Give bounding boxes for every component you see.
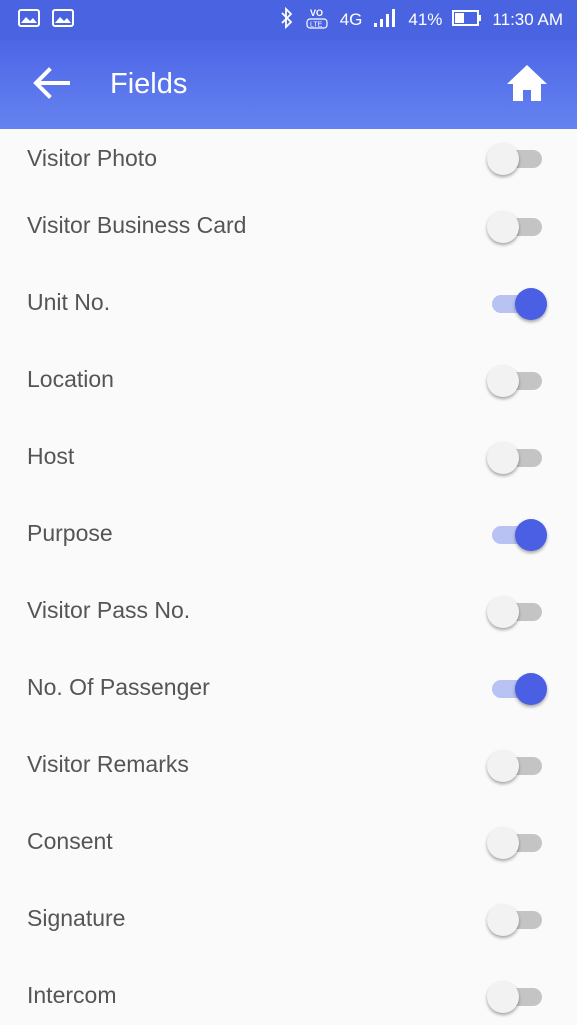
- gallery-icon: [18, 8, 40, 32]
- field-label: Host: [27, 443, 75, 469]
- home-button[interactable]: [505, 64, 549, 106]
- field-label: Consent: [27, 828, 113, 854]
- back-button[interactable]: [30, 65, 72, 105]
- switch-knob: [487, 441, 519, 474]
- field-label: Unit No.: [27, 289, 111, 315]
- status-bar: VO LTE 4G 41% 11:30 AM: [0, 0, 577, 40]
- field-label: Visitor Remarks: [27, 751, 189, 777]
- battery-percent: 41%: [408, 10, 443, 29]
- field-row: Intercom: [0, 957, 577, 1025]
- field-label: Visitor Photo: [27, 144, 157, 171]
- switch-knob: [487, 749, 519, 782]
- notification-icons: [18, 8, 74, 32]
- field-toggle-switch[interactable]: [487, 976, 547, 1016]
- field-toggle-switch[interactable]: [487, 206, 547, 246]
- field-row: Visitor Remarks: [0, 726, 577, 803]
- switch-knob: [487, 980, 519, 1013]
- field-row: Purpose: [0, 495, 577, 572]
- app-bar: Fields: [0, 40, 577, 129]
- field-toggle-switch[interactable]: [487, 283, 547, 323]
- field-label: Visitor Pass No.: [27, 597, 191, 623]
- switch-knob: [487, 364, 519, 397]
- switch-knob: [487, 143, 519, 175]
- page-title: Fields: [110, 68, 188, 100]
- signal-icon: [372, 8, 398, 33]
- field-row: No. Of Passenger: [0, 649, 577, 726]
- field-label: Location: [27, 366, 114, 392]
- battery-icon: [452, 9, 482, 32]
- field-toggle-switch[interactable]: [487, 514, 547, 554]
- field-label: Purpose: [27, 520, 113, 546]
- svg-text:LTE: LTE: [310, 21, 323, 28]
- home-icon: [505, 63, 549, 108]
- gallery-icon: [52, 8, 74, 32]
- field-toggle-switch[interactable]: [487, 899, 547, 939]
- field-toggle-switch[interactable]: [487, 138, 547, 178]
- bluetooth-icon: [280, 6, 294, 34]
- switch-knob: [487, 595, 519, 628]
- clock: 11:30 AM: [492, 10, 563, 29]
- field-toggle-switch[interactable]: [487, 591, 547, 631]
- switch-knob: [487, 826, 519, 859]
- field-row: Unit No.: [0, 264, 577, 341]
- field-toggle-switch[interactable]: [487, 745, 547, 785]
- field-label: No. Of Passenger: [27, 674, 210, 700]
- field-row: Signature: [0, 880, 577, 957]
- field-toggle-switch[interactable]: [487, 668, 547, 708]
- arrow-left-icon: [32, 66, 70, 105]
- switch-knob: [487, 903, 519, 936]
- switch-knob: [515, 518, 547, 551]
- svg-text:VO: VO: [310, 8, 323, 18]
- switch-knob: [487, 210, 519, 243]
- field-row: Visitor Pass No.: [0, 572, 577, 649]
- field-row: Visitor Business Card: [0, 187, 577, 264]
- field-toggle-switch[interactable]: [487, 822, 547, 862]
- fields-list: Visitor Photo Visitor Business Card Unit N…: [0, 129, 577, 1025]
- field-label: Intercom: [27, 982, 117, 1008]
- field-label: Signature: [27, 905, 126, 931]
- field-row: Visitor Photo: [0, 129, 577, 187]
- volte-icon: VO LTE: [304, 6, 330, 35]
- switch-knob: [515, 672, 547, 705]
- field-toggle-switch[interactable]: [487, 360, 547, 400]
- system-status: VO LTE 4G 41% 11:30 AM: [280, 6, 563, 35]
- field-row: Host: [0, 418, 577, 495]
- field-row: Location: [0, 341, 577, 418]
- field-label: Visitor Business Card: [27, 212, 247, 238]
- field-row: Consent: [0, 803, 577, 880]
- field-toggle-switch[interactable]: [487, 437, 547, 477]
- switch-knob: [515, 287, 547, 320]
- network-type: 4G: [339, 10, 363, 29]
